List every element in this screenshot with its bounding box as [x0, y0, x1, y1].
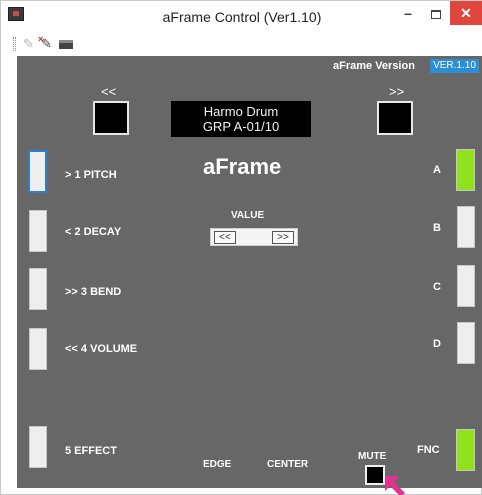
- param-button-decay[interactable]: [29, 210, 47, 252]
- pad-label-d: D: [433, 338, 441, 350]
- maximize-button[interactable]: [422, 1, 450, 25]
- pad-button-a[interactable]: [456, 149, 475, 191]
- plug-disconnected-icon[interactable]: ✎: [23, 37, 39, 51]
- pad-label-fnc: FNC: [417, 444, 440, 456]
- value-increment-button[interactable]: >>: [272, 231, 294, 244]
- patch-group: GRP A-01/10: [202, 119, 280, 134]
- pad-label-b: B: [433, 222, 441, 234]
- minimize-button[interactable]: –: [394, 1, 422, 25]
- edge-label: EDGE: [203, 459, 232, 470]
- pad-label-c: C: [433, 281, 441, 293]
- pad-button-d[interactable]: [457, 322, 475, 364]
- plug-connect-icon[interactable]: × ✎: [38, 34, 57, 51]
- control-panel: aFrame Version VER.1.10 << Harmo Drum GR…: [17, 56, 482, 488]
- param-label-effect: 5 EFFECT: [65, 445, 117, 457]
- app-window: aFrame Control (Ver1.10) – ✕ ✎ × ✎ aFrame…: [0, 0, 482, 495]
- toolbar: ✎ × ✎: [1, 31, 482, 57]
- mute-label: MUTE: [358, 451, 387, 462]
- pad-button-c[interactable]: [457, 265, 475, 307]
- maximize-icon: [431, 9, 441, 19]
- param-button-effect[interactable]: [29, 426, 47, 468]
- patch-name: Harmo Drum: [203, 104, 279, 119]
- pad-label-a: A: [433, 164, 441, 176]
- value-slider[interactable]: << >>: [210, 228, 298, 246]
- param-button-pitch[interactable]: [28, 150, 47, 193]
- value-decrement-button[interactable]: <<: [214, 231, 236, 244]
- param-label-pitch: > 1 PITCH: [65, 169, 117, 181]
- toolbar-grip[interactable]: [13, 37, 16, 51]
- param-label-volume: << 4 VOLUME: [65, 343, 138, 355]
- version-badge: VER.1.10: [430, 59, 479, 73]
- close-button[interactable]: ✕: [450, 1, 482, 25]
- next-label: >>: [389, 84, 405, 99]
- center-label: CENTER: [267, 459, 309, 470]
- param-label-bend: >> 3 BEND: [65, 286, 122, 298]
- param-button-volume[interactable]: [29, 328, 47, 370]
- patch-display: Harmo Drum GRP A-01/10: [171, 101, 311, 137]
- param-label-decay: < 2 DECAY: [65, 226, 122, 238]
- next-button[interactable]: [377, 101, 413, 135]
- mute-button[interactable]: [365, 465, 385, 485]
- title-bar: aFrame Control (Ver1.10) – ✕: [1, 1, 482, 31]
- prev-label: <<: [101, 84, 117, 99]
- brand-title: aFrame: [203, 154, 282, 179]
- printer-icon[interactable]: [59, 37, 75, 51]
- param-button-bend[interactable]: [29, 268, 47, 310]
- value-label: VALUE: [231, 210, 265, 221]
- pointer-cursor-icon: [385, 476, 405, 495]
- version-label: aFrame Version: [333, 60, 415, 72]
- prev-button[interactable]: [93, 101, 129, 135]
- pad-button-b[interactable]: [457, 206, 475, 248]
- pad-button-fnc[interactable]: [456, 429, 475, 471]
